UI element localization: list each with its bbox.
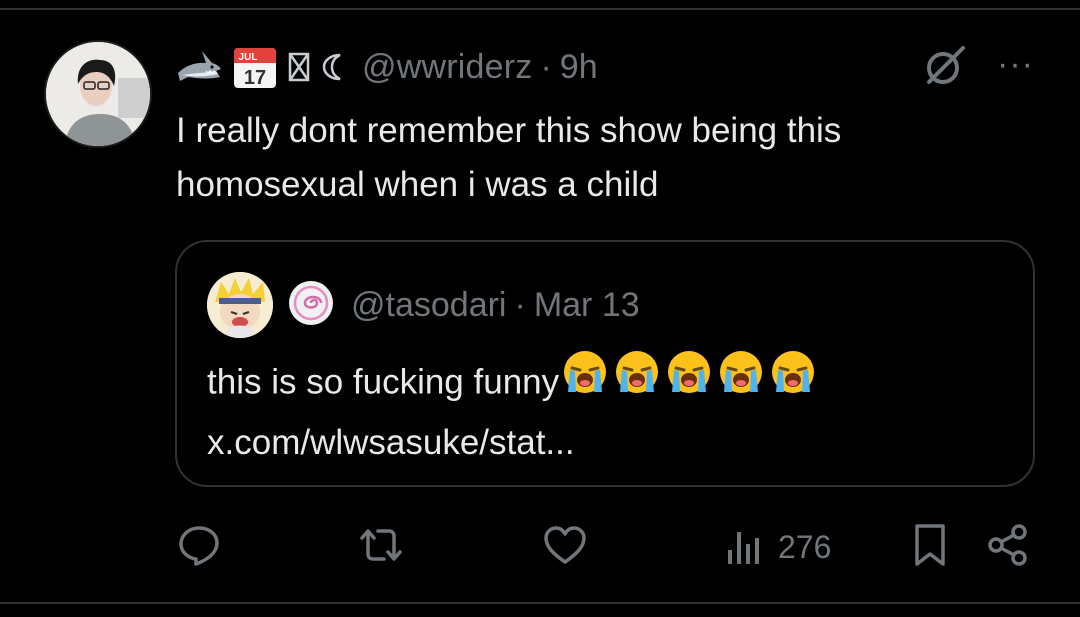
calendar-icon: JUL 17 <box>232 44 278 90</box>
hourglass-icon <box>288 52 310 82</box>
author-handle[interactable]: @wwriderz <box>362 48 532 87</box>
crying-emoji-row <box>561 348 817 412</box>
svg-text:JUL: JUL <box>239 52 258 63</box>
quoted-author-avatar[interactable] <box>207 272 273 338</box>
swirl-icon <box>287 279 335 332</box>
post-text: I really dont remember this show being t… <box>176 111 842 204</box>
views-count: 276 <box>778 528 832 565</box>
shark-icon <box>176 47 222 87</box>
quoted-post[interactable]: @tasodari · Mar 13 this is so fucking fu… <box>175 240 1035 487</box>
bottom-divider <box>0 602 1080 604</box>
quoted-link[interactable]: x.com/wlwsasuke/stat... <box>207 416 1007 470</box>
views-icon <box>724 524 764 571</box>
like-button[interactable] <box>542 522 588 572</box>
author-avatar[interactable] <box>44 40 152 148</box>
more-options-button[interactable]: ··· <box>997 47 1034 81</box>
views-button[interactable]: 276 <box>724 522 831 572</box>
reply-icon <box>176 522 222 573</box>
loudly-crying-face-icon <box>717 348 765 412</box>
bookmark-button[interactable] <box>910 522 950 572</box>
quoted-header: @tasodari · Mar 13 <box>287 278 640 332</box>
loudly-crying-face-icon <box>769 348 817 412</box>
quoted-handle[interactable]: @tasodari <box>351 286 506 325</box>
loudly-crying-face-icon <box>665 348 713 412</box>
loudly-crying-face-icon <box>561 348 609 412</box>
grok-icon[interactable] <box>923 44 967 93</box>
loudly-crying-face-icon <box>613 348 661 412</box>
top-divider <box>0 8 1080 10</box>
share-icon <box>986 522 1030 573</box>
quoted-separator-dot: · <box>514 285 526 324</box>
post-time[interactable]: 9h <box>560 48 598 87</box>
share-button[interactable] <box>986 522 1030 572</box>
action-bar: 276 <box>176 522 1036 572</box>
quoted-text-block: this is so fucking funny x.com/wlwsasuke… <box>207 351 1007 470</box>
post-header: JUL 17 @wwriderz · 9h <box>176 42 598 92</box>
display-name[interactable]: JUL 17 <box>176 44 350 90</box>
bookmark-icon <box>910 522 950 573</box>
separator-dot: · <box>540 47 552 86</box>
repost-icon <box>356 522 406 573</box>
quoted-text: this is so fucking funny <box>207 362 560 402</box>
quoted-date[interactable]: Mar 13 <box>534 286 640 325</box>
repost-button[interactable] <box>356 522 406 572</box>
heart-icon <box>542 522 588 573</box>
reply-button[interactable] <box>176 522 222 572</box>
post-controls: ··· <box>923 44 1034 93</box>
moon-icon <box>320 52 344 82</box>
svg-text:17: 17 <box>244 67 266 89</box>
